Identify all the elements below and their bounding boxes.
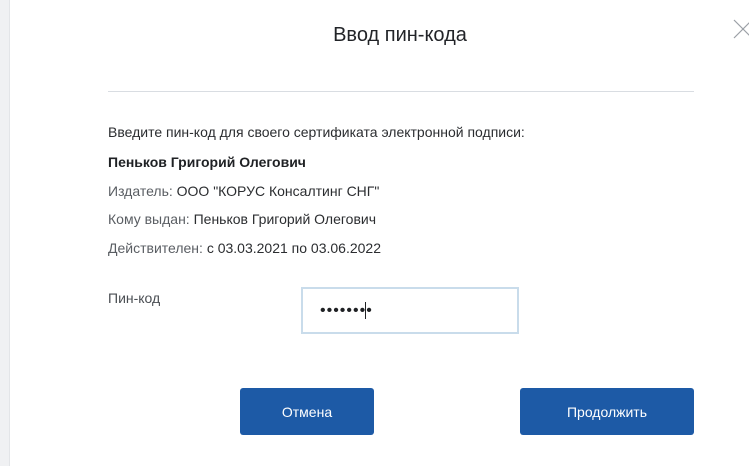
pin-input[interactable]	[301, 287, 519, 334]
continue-button[interactable]: Продолжить	[520, 388, 694, 435]
issued-to-label: Кому выдан:	[108, 211, 190, 227]
validity-value: с 03.03.2021 по 03.06.2022	[206, 240, 381, 256]
certificate-prompt: Введите пин-код для своего сертификата э…	[108, 124, 525, 140]
cancel-button[interactable]: Отмена	[240, 388, 374, 435]
pin-label: Пин-код	[108, 290, 161, 306]
validity-label: Действителен:	[108, 240, 203, 256]
issuer-value: ООО "КОРУС Консалтинг СНГ"	[176, 183, 380, 199]
text-caret	[365, 302, 366, 319]
close-icon	[733, 19, 749, 39]
certificate-validity: Действителен: с 03.03.2021 по 03.06.2022	[108, 240, 381, 256]
issuer-label: Издатель:	[108, 183, 173, 199]
dialog-title: Ввод пин-кода	[333, 24, 467, 46]
backdrop-edge	[0, 0, 10, 466]
pin-dialog: Ввод пин-кода Введите пин-код для своего…	[0, 0, 749, 466]
certificate-issuer: Издатель: ООО "КОРУС Консалтинг СНГ"	[108, 183, 379, 199]
certificate-owner: Пеньков Григорий Олегович	[108, 154, 306, 170]
close-button[interactable]	[728, 14, 749, 44]
issued-to-value: Пеньков Григорий Олегович	[193, 211, 376, 227]
certificate-issued-to: Кому выдан: Пеньков Григорий Олегович	[108, 211, 376, 227]
title-divider	[108, 91, 694, 92]
